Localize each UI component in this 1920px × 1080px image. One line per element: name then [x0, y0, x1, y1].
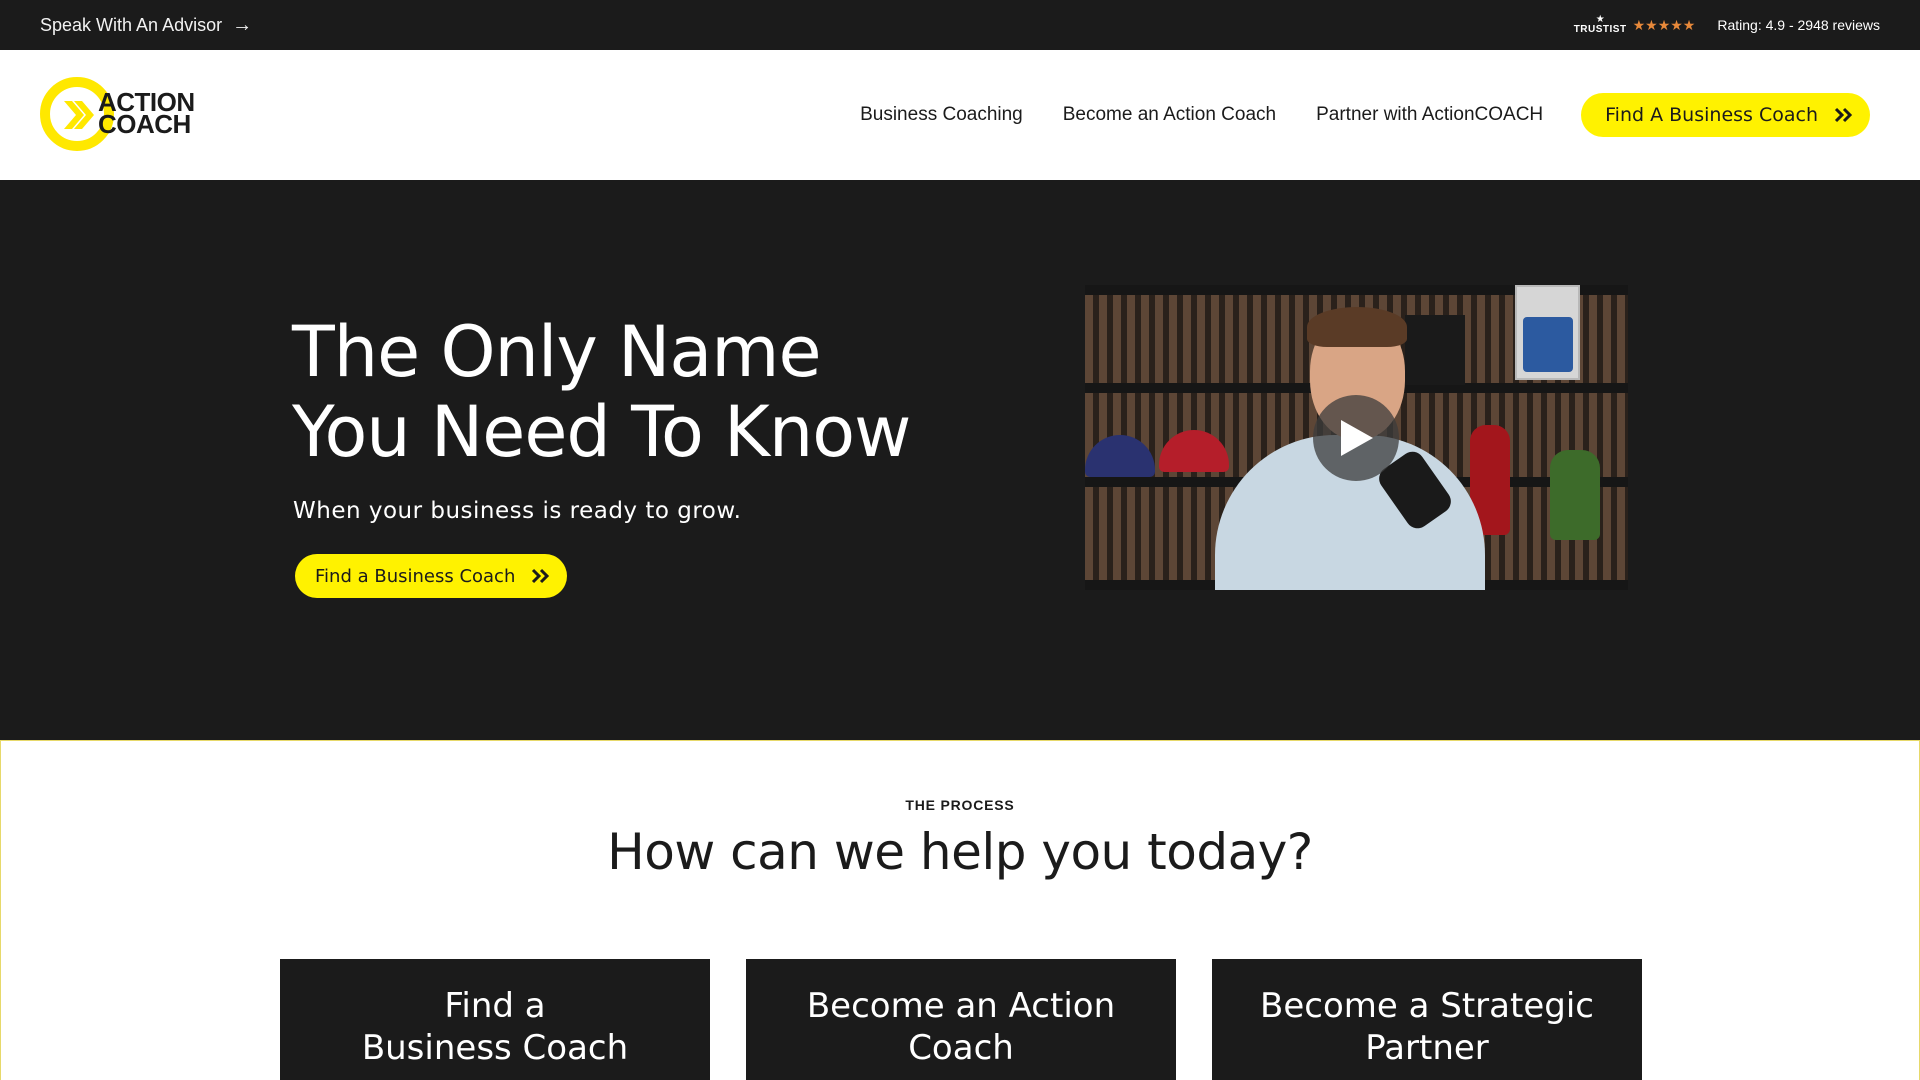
actioncoach-logo[interactable]: ACTION COACH [40, 77, 200, 153]
hero-video[interactable] [1085, 285, 1628, 590]
speak-with-advisor-link[interactable]: Speak With An Advisor → [40, 0, 252, 50]
trustist-brand-label: TRUSTIST [1573, 23, 1627, 35]
card-become-action-coach[interactable]: Become an Action Coach [746, 959, 1176, 1080]
trustist-star-icon: ★ [1595, 13, 1606, 25]
hero-cta-label: Find a Business Coach [315, 565, 516, 587]
main-nav: Business Coaching Become an Action Coach… [860, 50, 1870, 180]
find-business-coach-hero-button[interactable]: Find a Business Coach [295, 554, 568, 598]
logo-text-line2: COACH [98, 109, 191, 139]
logo-chevron-icon [64, 101, 94, 129]
hero-section: The Only Name You Need To Know When your… [0, 180, 1920, 740]
advisor-label: Speak With An Advisor [40, 14, 223, 35]
card-line2: Coach [908, 1028, 1014, 1068]
site-header: ACTION COACH Business Coaching Become an… [0, 50, 1920, 180]
hero-title: The Only Name You Need To Know [292, 311, 911, 473]
card-line2: Partner [1365, 1028, 1489, 1068]
logo-wordmark: ACTION COACH [98, 89, 195, 139]
top-bar: Speak With An Advisor → ★ TRUSTIST ★★★★★… [0, 0, 1920, 50]
process-title: How can we help you today? [607, 823, 1313, 881]
video-figure-green [1550, 450, 1600, 540]
header-cta-label: Find A Business Coach [1605, 104, 1818, 126]
double-chevron-right-icon [532, 568, 550, 584]
rating-text: Rating: 4.9 - 2948 reviews [1717, 17, 1880, 33]
double-chevron-right-icon [1834, 107, 1853, 123]
card-find-business-coach[interactable]: Find a Business Coach [280, 959, 710, 1080]
play-triangle-icon [1341, 420, 1373, 456]
hero-title-line1: The Only Name [292, 311, 822, 393]
card-line1: Find a [444, 986, 546, 1026]
nav-partner-with-actioncoach[interactable]: Partner with ActionCOACH [1316, 104, 1543, 126]
play-icon[interactable] [1313, 395, 1399, 481]
nav-business-coaching[interactable]: Business Coaching [860, 104, 1023, 126]
process-section: THE PROCESS How can we help you today? F… [0, 740, 1920, 1080]
video-person-hair [1307, 307, 1407, 347]
card-line1: Become a Strategic [1260, 986, 1594, 1026]
video-cap-red [1159, 430, 1229, 472]
card-line2: Business Coach [361, 1028, 629, 1068]
find-business-coach-header-button[interactable]: Find A Business Coach [1581, 93, 1870, 137]
trustist-rating[interactable]: ★ TRUSTIST ★★★★★ Rating: 4.9 - 2948 revi… [1574, 0, 1880, 50]
video-cap-blue [1085, 435, 1155, 477]
rating-stars-icon: ★★★★★ [1632, 16, 1696, 33]
video-book [1515, 285, 1580, 380]
card-line1: Become an Action [806, 986, 1116, 1026]
nav-become-action-coach[interactable]: Become an Action Coach [1063, 104, 1276, 126]
video-letterboard [1405, 315, 1465, 385]
hero-title-line2: You Need To Know [292, 391, 911, 473]
card-become-strategic-partner[interactable]: Become a Strategic Partner [1212, 959, 1642, 1080]
trustist-badge: ★ TRUSTIST ★★★★★ [1573, 13, 1696, 35]
hero-subtitle: When your business is ready to grow. [293, 498, 742, 524]
trustist-logo: ★ TRUSTIST [1573, 13, 1627, 35]
arrow-right-icon: → [232, 14, 253, 36]
process-eyebrow: THE PROCESS [905, 797, 1015, 813]
